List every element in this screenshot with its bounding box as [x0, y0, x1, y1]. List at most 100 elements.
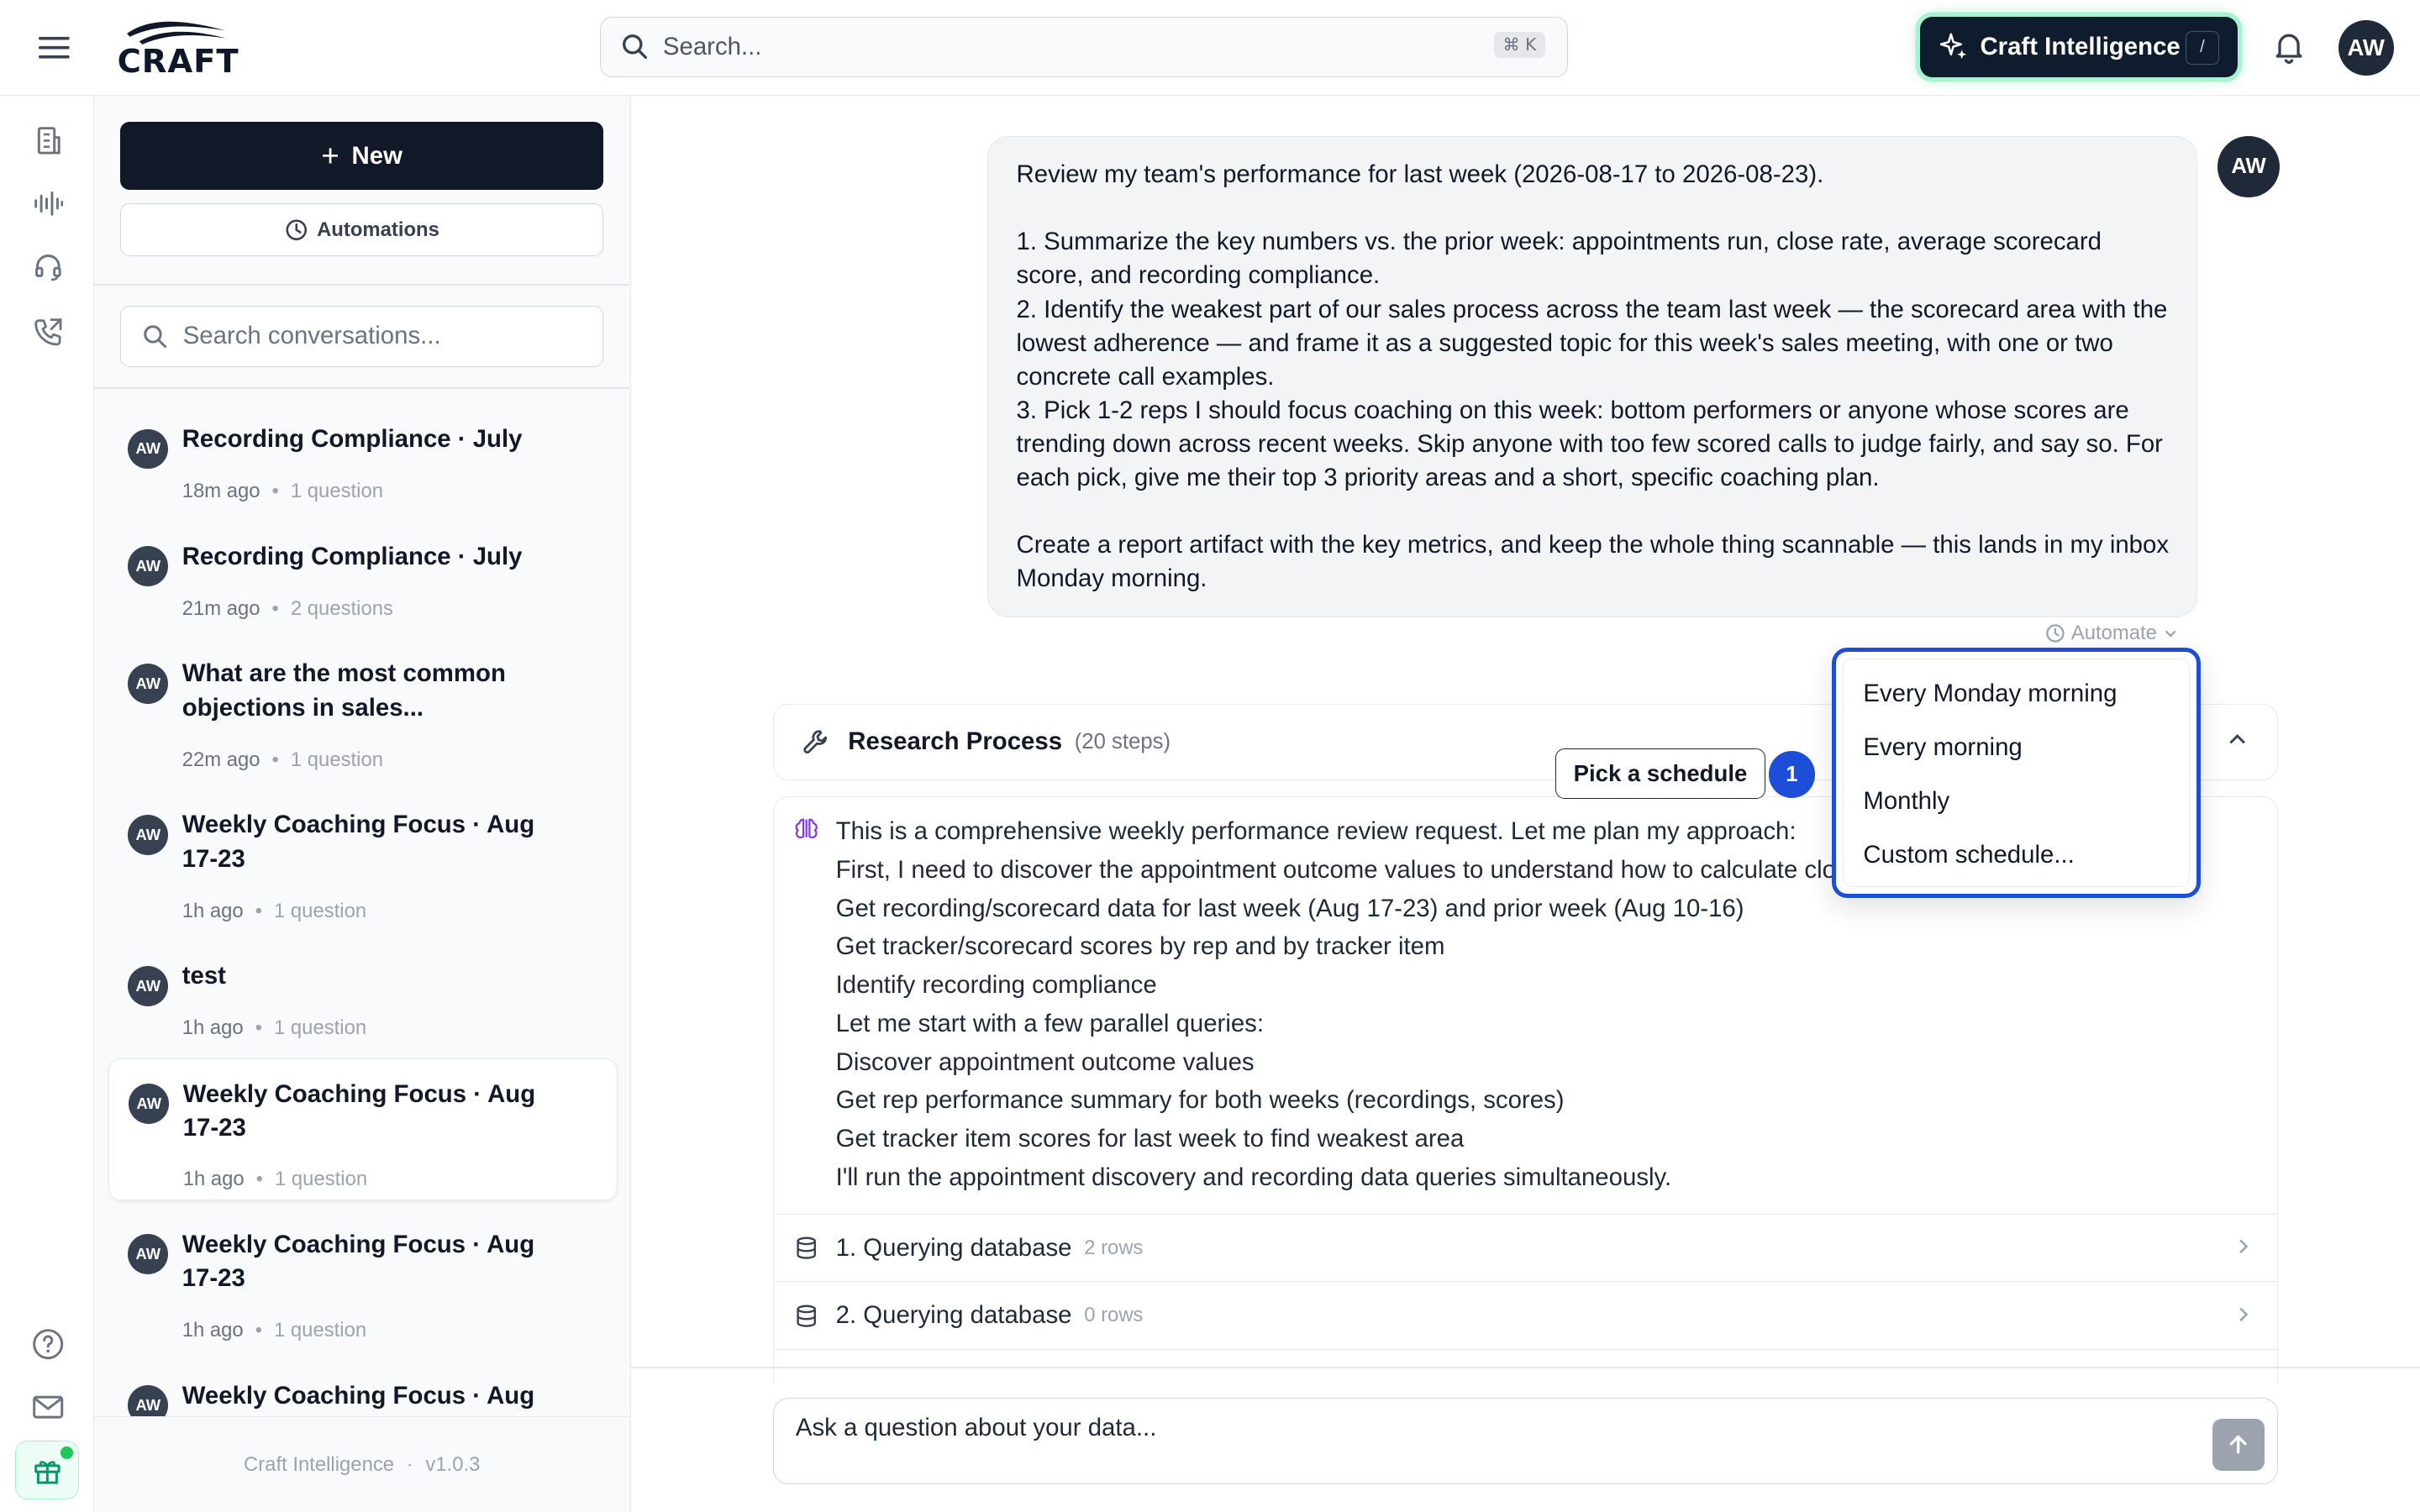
conversation-time: 18m ago	[182, 480, 260, 503]
phone-outgoing-icon[interactable]	[29, 313, 66, 350]
footer-separator: ·	[406, 1452, 413, 1476]
conversation-meta: 1h ago • 1 question	[182, 1319, 367, 1342]
conversation-time: 21m ago	[182, 596, 260, 620]
conversation-list: AW Recording Compliance · July 18m ago •…	[94, 389, 629, 1417]
message-avatar: AW	[2217, 135, 2280, 198]
craft-intelligence-button[interactable]: Craft Intelligence /	[1919, 17, 2238, 77]
avatar: AW	[128, 428, 169, 470]
thinking-line: Identify recording compliance	[835, 971, 1157, 1000]
chevron-right-icon	[2233, 1304, 2254, 1326]
plus-icon: +	[321, 138, 339, 173]
arrow-up-icon	[2230, 1436, 2247, 1454]
user-avatar[interactable]: AW	[2338, 19, 2394, 76]
footer-version: v1.0.3	[425, 1452, 481, 1476]
conversation-time: 1h ago	[182, 1016, 244, 1040]
schedule-dropdown: Every Monday morning Every morning Month…	[1832, 648, 2202, 898]
user-message: Review my team's performance for last we…	[987, 135, 2198, 617]
new-conversation-button[interactable]: + New	[120, 122, 604, 190]
help-icon[interactable]	[29, 1326, 66, 1362]
step-row[interactable]: 2. Querying database 0 rows	[774, 1281, 2277, 1349]
research-steps-count: (20 steps)	[1074, 729, 1171, 753]
conversation-question-count: 1 question	[274, 1319, 367, 1342]
database-icon	[794, 1304, 818, 1328]
conversation-meta: 22m ago • 1 question	[182, 748, 383, 771]
global-search[interactable]: ⌘ K	[600, 17, 1569, 77]
chevron-down-icon	[2163, 626, 2178, 641]
conversation-title: What are the most common objections in s…	[182, 659, 506, 722]
conversation-sidebar: + New Automations AW Recording Complianc…	[94, 95, 632, 1512]
divider	[94, 283, 630, 286]
conversation-item[interactable]: AW test 1h ago • 1 question	[108, 941, 618, 1049]
chevron-up-icon[interactable]	[2225, 727, 2249, 752]
ci-shortcut: /	[2185, 30, 2220, 66]
thinking-line: Discover appointment outcome values	[835, 1047, 1255, 1076]
conversation-item[interactable]: AW What are the most common objections i…	[108, 638, 618, 780]
conversation-item[interactable]: AW Weekly Coaching Focus · Aug	[108, 1361, 618, 1417]
sidebar-footer: Craft Intelligence · v1.0.3	[94, 1416, 630, 1512]
schedule-option[interactable]: Monthly	[1863, 787, 1949, 816]
step-label: 2. Querying database	[835, 1301, 1072, 1330]
avatar: AW	[128, 1234, 169, 1275]
conversation-question-count: 1 question	[290, 748, 383, 771]
new-button-label: New	[351, 141, 402, 170]
conversation-item[interactable]: AW Weekly Coaching Focus · Aug 17-23 1h …	[108, 1210, 618, 1352]
search-shortcut: ⌘ K	[1493, 31, 1546, 59]
automations-button[interactable]: Automations	[120, 203, 604, 256]
building-icon[interactable]	[29, 122, 66, 159]
chat-input-box[interactable]	[773, 1398, 2278, 1484]
thinking-line: Get tracker/scorecard scores by rep and …	[835, 932, 1445, 961]
step-rows: 0 rows	[1084, 1304, 1144, 1327]
conversation-search[interactable]	[120, 305, 604, 368]
global-search-input[interactable]	[662, 33, 1465, 62]
conversation-meta: 1h ago • 1 question	[182, 899, 367, 922]
conversation-meta: 21m ago • 2 questions	[182, 596, 393, 620]
conversation-item[interactable]: AW Recording Compliance · July 18m ago •…	[108, 404, 618, 512]
database-icon	[794, 1236, 818, 1260]
step-row[interactable]	[774, 1349, 2277, 1382]
menu-icon[interactable]	[34, 28, 74, 68]
thinking-line: Let me start with a few parallel queries…	[835, 1009, 1265, 1037]
schedule-option[interactable]: Custom schedule...	[1863, 841, 2074, 869]
conversation-title: Weekly Coaching Focus · Aug 17-23	[182, 811, 535, 873]
step-number-badge: 1	[1768, 751, 1815, 798]
conversation-title: Recording Compliance · July	[182, 425, 523, 454]
headset-icon[interactable]	[29, 249, 66, 286]
conversation-item[interactable]: AW Weekly Coaching Focus · Aug 17-23 1h …	[108, 790, 618, 932]
automate-label: Automate	[2070, 622, 2157, 645]
send-button[interactable]	[2212, 1418, 2265, 1472]
conversation-question-count: 1 question	[274, 1016, 367, 1040]
clock-icon	[2045, 623, 2065, 643]
craft-logo[interactable]: CRAFT	[118, 13, 239, 81]
conversation-meta: 1h ago • 1 question	[182, 1167, 368, 1190]
audio-waveform-icon[interactable]	[29, 185, 66, 222]
sparkle-icon	[1939, 33, 1968, 60]
schedule-option[interactable]: Every morning	[1863, 733, 2022, 762]
conversation-search-input[interactable]	[182, 322, 585, 351]
brain-icon	[794, 816, 818, 840]
avatar: AW	[128, 546, 169, 586]
conversation-question-count: 2 questions	[290, 596, 393, 620]
conversation-item-active[interactable]: AW Weekly Coaching Focus · Aug 17-23 1h …	[108, 1058, 618, 1200]
wrench-icon	[802, 728, 829, 756]
chat-input[interactable]	[795, 1414, 2154, 1443]
search-icon	[621, 33, 649, 60]
chevron-right-icon	[2233, 1236, 2254, 1257]
craft-intelligence-label: Craft Intelligence	[1980, 33, 2181, 61]
conversation-time: 1h ago	[182, 899, 244, 922]
bell-icon[interactable]	[2270, 28, 2307, 65]
avatar: AW	[128, 814, 169, 855]
step-row[interactable]: 1. Querying database 2 rows	[774, 1213, 2277, 1282]
top-bar: CRAFT ⌘ K Craft Intelligence / AW	[0, 0, 2420, 96]
logo-text: CRAFT	[117, 42, 239, 81]
thinking-line: Get tracker item scores for last week to…	[835, 1124, 1465, 1152]
conversation-title: Weekly Coaching Focus · Aug 17-23	[182, 1230, 535, 1293]
conversation-item[interactable]: AW Recording Compliance · July 21m ago •…	[108, 522, 618, 630]
avatar: AW	[128, 1385, 169, 1417]
step-label: 1. Querying database	[835, 1233, 1072, 1262]
notification-dot	[60, 1446, 74, 1459]
schedule-option[interactable]: Every Monday morning	[1863, 680, 2117, 708]
conversation-time: 22m ago	[182, 748, 260, 771]
automate-button[interactable]: Automate	[2045, 622, 2179, 645]
mail-icon[interactable]	[29, 1389, 66, 1425]
gift-icon[interactable]	[15, 1441, 79, 1500]
